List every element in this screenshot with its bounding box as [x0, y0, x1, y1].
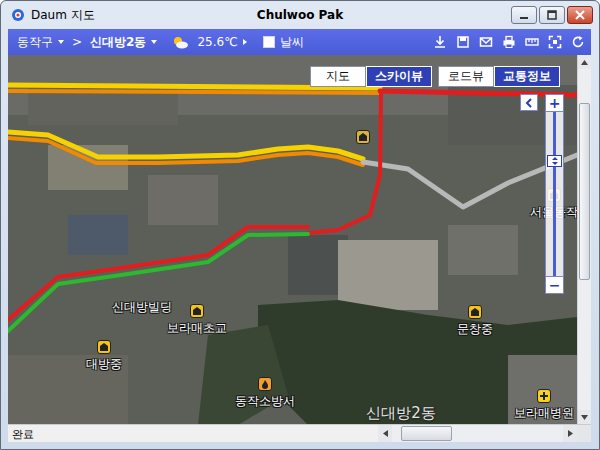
scroll-right-button[interactable]	[563, 425, 577, 442]
refresh-icon[interactable]	[571, 35, 585, 49]
horizontal-scrollbar[interactable]	[378, 425, 577, 442]
map-place[interactable]: 신대방빌딩	[112, 299, 172, 316]
place-label: 대방중	[86, 356, 122, 373]
place-symbol-icon	[358, 132, 368, 142]
place-symbol-icon	[539, 391, 549, 401]
vertical-scrollbar[interactable]	[577, 55, 591, 424]
window-title: Daum 지도	[31, 7, 95, 24]
caret-icon	[58, 40, 64, 44]
arrow-up-icon	[581, 60, 588, 65]
place-symbol-icon	[260, 379, 270, 389]
drag-arrows-icon	[551, 157, 559, 165]
scroll-up-button[interactable]	[578, 55, 591, 69]
checkbox-box[interactable]	[263, 36, 275, 48]
place-label: 동작소방서	[235, 393, 295, 410]
map-place[interactable]: 문창중	[457, 305, 493, 338]
place-label: 보라매초교	[167, 320, 227, 337]
zoom-handle[interactable]	[547, 155, 562, 167]
zoom-slider[interactable]	[545, 112, 564, 276]
place-pin-icon[interactable]	[468, 305, 482, 319]
arrow-right-icon	[568, 430, 573, 437]
dong-dropdown[interactable]: 신대방2동	[90, 34, 157, 51]
map-type-button[interactable]: 스카이뷰	[366, 66, 432, 87]
print-icon[interactable]	[502, 35, 516, 49]
weather-checkbox[interactable]: 날씨	[263, 34, 304, 51]
place-label: 신대방빌딩	[112, 299, 172, 316]
traffic-road	[8, 227, 308, 320]
place-pin-icon[interactable]	[97, 340, 111, 354]
download-icon[interactable]	[433, 35, 447, 49]
map-place[interactable]: 동작소방서	[235, 377, 295, 410]
map-place[interactable]: 보라매초교	[167, 304, 227, 337]
scroll-down-button[interactable]	[578, 410, 591, 424]
weather-label: 날씨	[280, 34, 304, 51]
district-label: 신대방2동	[366, 404, 436, 423]
mail-icon[interactable]	[479, 35, 493, 49]
caret-icon	[151, 40, 157, 44]
traffic-road	[308, 91, 381, 233]
chevron-left-icon	[525, 98, 533, 108]
layer-toggle-button[interactable]: 로드뷰	[438, 66, 494, 87]
zoom-in-button[interactable]: +	[545, 94, 564, 112]
place-symbol-icon	[99, 342, 109, 352]
minimize-icon	[519, 10, 529, 20]
place-label: 보라매병원	[514, 405, 574, 422]
close-button[interactable]	[567, 6, 593, 24]
traffic-road	[8, 234, 308, 331]
scroll-thumb[interactable]	[401, 426, 452, 441]
daum-logo-icon	[11, 8, 25, 22]
zoom-control: +−	[545, 94, 564, 294]
maximize-icon	[547, 10, 557, 20]
toolbar: 동작구 > 신대방2동 25.6℃ 날씨	[8, 29, 591, 55]
user-name: Chulwoo Pak	[257, 8, 343, 22]
traffic-road	[8, 138, 363, 165]
maximize-button[interactable]	[539, 6, 565, 24]
place-pin-icon[interactable]	[190, 304, 204, 318]
zoom-out-button[interactable]: −	[545, 276, 564, 294]
map-place[interactable]: 대방중	[86, 340, 122, 373]
map-canvas[interactable]: 신대방빌딩보라매초교대방중문창중서울동작동작소방서보라매병원신대방2동지도스카이…	[8, 55, 577, 424]
place-label: 문창중	[457, 321, 493, 338]
place-pin-icon[interactable]	[537, 389, 551, 403]
ruler-icon[interactable]	[525, 35, 539, 49]
arrow-left-icon	[383, 430, 388, 437]
app-window: Daum 지도 Chulwoo Pak 동작구 > 신대방2동 25.6℃ 날씨신대방빌딩보…	[0, 0, 600, 450]
place-symbol-icon	[470, 307, 480, 317]
scroll-thumb[interactable]	[579, 103, 590, 280]
place-symbol-icon	[192, 306, 202, 316]
map-type-controls: 지도스카이뷰 로드뷰교통정보	[310, 66, 560, 87]
title-bar[interactable]: Daum 지도 Chulwoo Pak	[1, 1, 599, 29]
layer-toggle-button[interactable]: 교통정보	[494, 66, 560, 87]
place-pin-icon[interactable]	[258, 377, 272, 391]
map-place[interactable]: 보라매병원	[514, 389, 574, 422]
arrow-down-icon	[581, 415, 588, 420]
status-text: 완료	[8, 425, 378, 442]
status-bar: 완료	[8, 424, 591, 442]
map-type-button[interactable]: 지도	[310, 66, 366, 87]
close-icon	[575, 10, 585, 20]
temperature[interactable]: 25.6℃	[197, 35, 246, 49]
fullscreen-icon[interactable]	[548, 35, 562, 49]
scroll-left-button[interactable]	[378, 425, 392, 442]
traffic-road	[8, 91, 380, 93]
weather-icon	[171, 35, 189, 49]
save-icon[interactable]	[456, 35, 470, 49]
place-pin-icon[interactable]	[356, 130, 370, 144]
minimize-button[interactable]	[511, 6, 537, 24]
breadcrumb-separator: >	[72, 35, 82, 49]
arrow-right-icon	[243, 39, 247, 45]
district-dropdown[interactable]: 동작구	[17, 34, 64, 51]
collapse-button[interactable]	[520, 94, 538, 111]
map-place[interactable]	[356, 130, 370, 144]
